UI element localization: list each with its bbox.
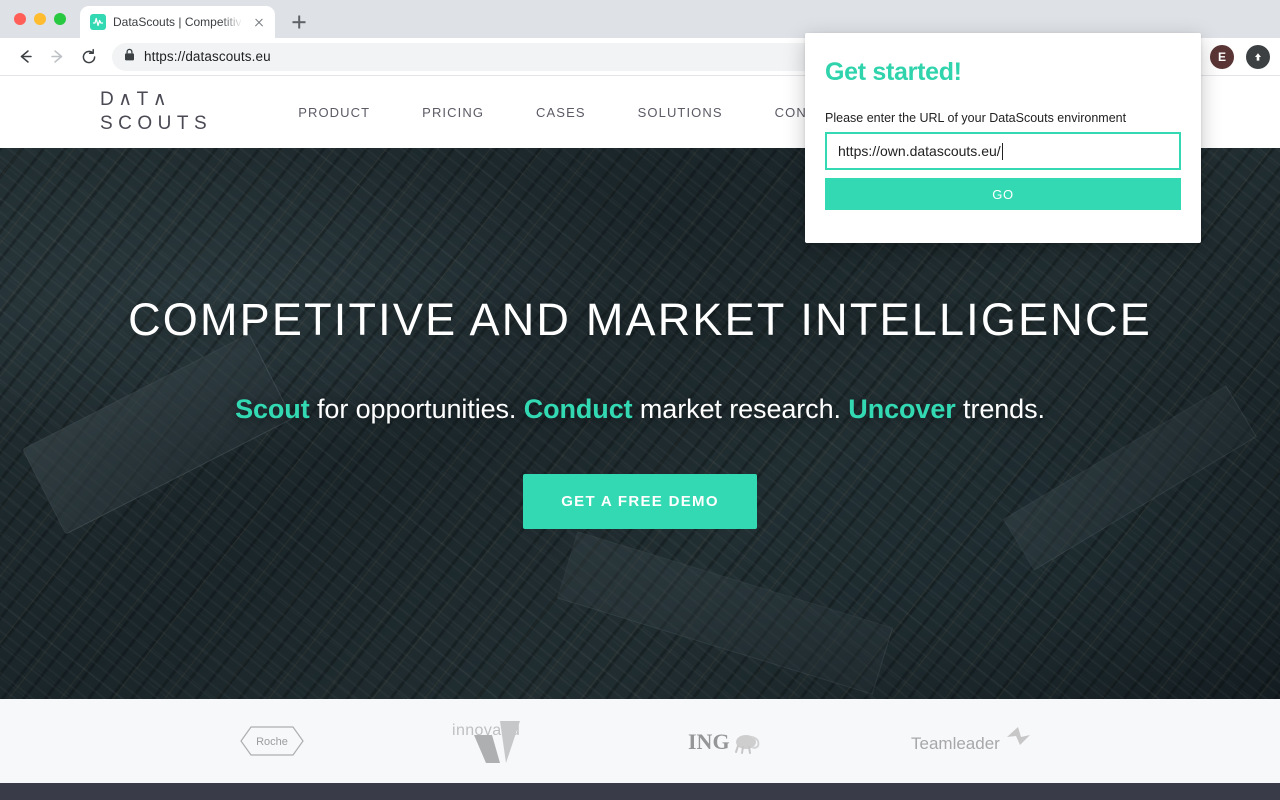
get-free-demo-button[interactable]: GET A FREE DEMO [523, 474, 757, 529]
go-button[interactable]: GO [825, 178, 1181, 210]
forward-arrow-icon[interactable] [42, 42, 72, 72]
svg-text:Roche: Roche [256, 736, 288, 748]
popup-title: Get started! [825, 58, 962, 86]
nav-item-cases[interactable]: CASES [510, 105, 612, 120]
insights-section: INSIGHTS TO GROW MARKET SHARE [0, 783, 1280, 800]
hero-accent-conduct: Conduct [523, 394, 633, 424]
hero-accent-scout: Scout [235, 394, 310, 424]
svg-text:Teamleader: Teamleader [911, 734, 1000, 753]
client-logo-innovaud: innovaud [442, 713, 550, 769]
nav-links: PRODUCT PRICING CASES SOLUTIONS CONTACT [272, 105, 870, 120]
url-text: https://datascouts.eu [144, 49, 271, 64]
tab-title: DataScouts | Competitive Intel [113, 15, 244, 29]
back-arrow-icon[interactable] [10, 42, 40, 72]
window-controls [10, 0, 72, 38]
nav-item-solutions[interactable]: SOLUTIONS [612, 105, 749, 120]
environment-url-input[interactable]: https://own.datascouts.eu/ [825, 132, 1181, 170]
hero-text-3: trends. [955, 394, 1045, 424]
hero-text-1: for opportunities. [309, 394, 524, 424]
logo-line-1: D∧T∧ [100, 88, 172, 110]
client-logo-teamleader: Teamleader [911, 723, 1041, 759]
get-started-popup: Get started! Please enter the URL of you… [805, 33, 1201, 243]
pulse-icon [90, 14, 106, 30]
maximize-window-button[interactable] [54, 13, 66, 25]
logo-line-2: SCOUTS [100, 113, 213, 134]
page-title: COMPETITIVE AND MARKET INTELLIGENCE [128, 294, 1152, 345]
nav-item-product[interactable]: PRODUCT [272, 105, 396, 120]
client-logo-strip: Roche innovaud ING Teamleader [0, 699, 1280, 783]
lock-icon [124, 48, 135, 66]
svg-text:ING: ING [688, 729, 730, 754]
close-icon[interactable] [251, 14, 267, 30]
popup-label: Please enter the URL of your DataScouts … [825, 111, 1127, 125]
site-logo[interactable]: D∧T∧ SCOUTS [100, 88, 212, 137]
minimize-window-button[interactable] [34, 13, 46, 25]
reload-icon[interactable] [74, 42, 104, 72]
environment-url-value: https://own.datascouts.eu/ [838, 143, 1001, 159]
new-tab-icon[interactable] [285, 8, 313, 36]
browser-tab[interactable]: DataScouts | Competitive Intel [80, 6, 275, 38]
hero-subheading: Scout for opportunities. Conduct market … [0, 394, 1280, 425]
avatar[interactable]: E [1210, 44, 1234, 69]
nav-item-pricing[interactable]: PRICING [396, 105, 510, 120]
text-caret [1001, 142, 1003, 160]
kebab-menu-icon[interactable] [1246, 44, 1270, 69]
hero-text-2: market research. [632, 394, 849, 424]
close-window-button[interactable] [14, 13, 26, 25]
browser-window: DataScouts | Competitive Intel [0, 0, 1280, 800]
client-logo-ing: ING [688, 725, 774, 757]
client-logo-roche: Roche [239, 724, 305, 758]
hero-accent-uncover: Uncover [848, 394, 956, 424]
